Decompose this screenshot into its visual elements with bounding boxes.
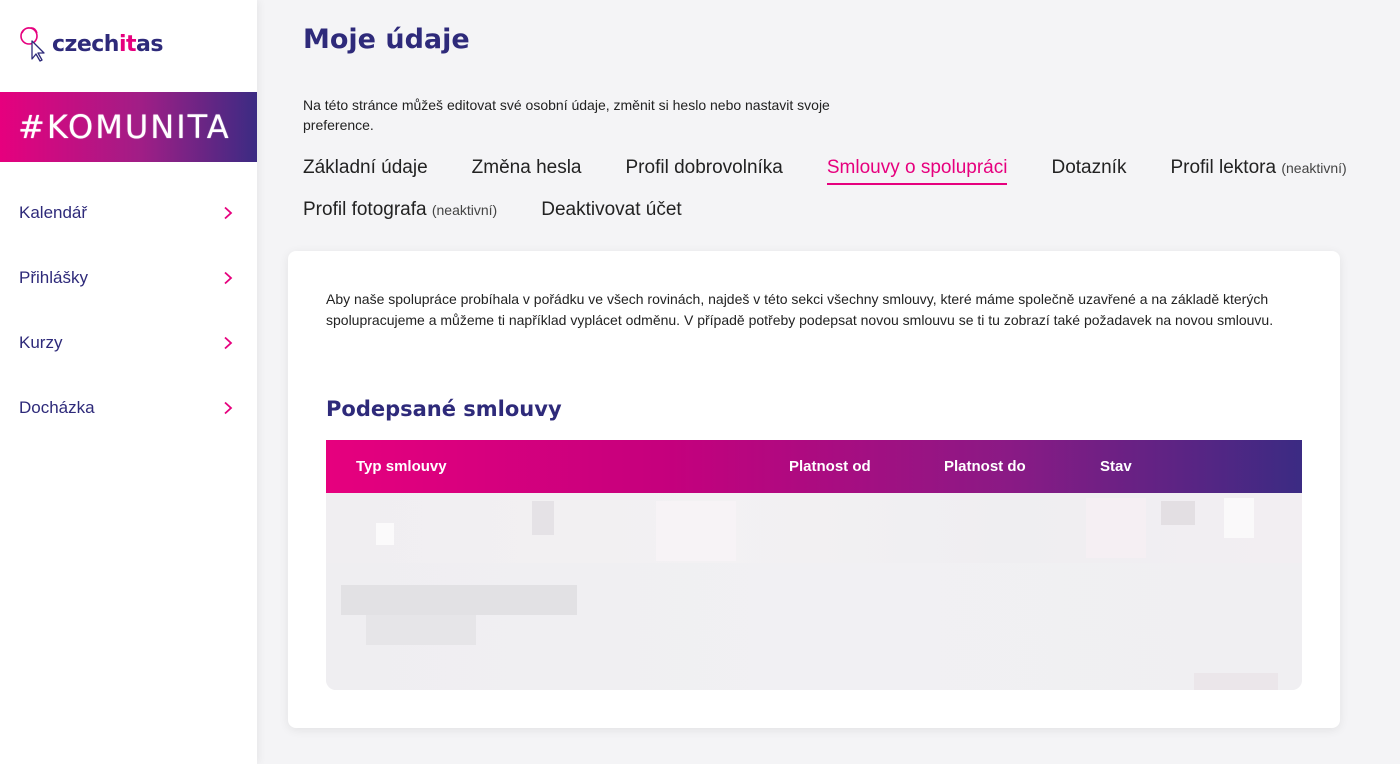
sidebar-nav: Kalendář Přihlášky Kurzy Docházka <box>0 180 257 440</box>
komunita-banner-text: #KOMUNITA <box>18 108 231 146</box>
tab-deaktivovat-ucet[interactable]: Deaktivovat účet <box>541 199 681 225</box>
redacted-block <box>656 501 736 561</box>
chevron-right-icon <box>224 206 233 219</box>
sidebar-item-label: Kurzy <box>19 332 63 352</box>
chevron-right-icon <box>224 401 233 414</box>
sidebar-item-dochazka[interactable]: Docházka <box>0 375 257 440</box>
tab-dotaznik[interactable]: Dotazník <box>1051 157 1126 185</box>
page-title: Moje údaje <box>303 24 470 55</box>
table-row <box>326 563 1302 690</box>
column-header-typ: Typ smlouvy <box>356 458 447 475</box>
czechitas-logo[interactable]: czechitas <box>16 24 163 64</box>
table-row <box>326 493 1302 563</box>
redacted-block <box>1194 673 1278 690</box>
redacted-block <box>1086 498 1146 558</box>
komunita-banner: #KOMUNITA <box>0 92 257 162</box>
redacted-block <box>1224 498 1254 538</box>
table-header: Typ smlouvy Platnost od Platnost do Stav <box>326 440 1302 493</box>
column-header-platnost-do: Platnost do <box>944 458 1026 475</box>
sidebar-item-label: Docházka <box>19 397 95 417</box>
page-intro: Na této stránce můžeš editovat své osobn… <box>303 97 830 133</box>
redacted-block <box>532 501 554 535</box>
sidebar-item-label: Přihlášky <box>19 267 88 287</box>
chevron-right-icon <box>224 271 233 284</box>
tab-smlouvy-o-spolupraci[interactable]: Smlouvy o spolupráci <box>826 157 1008 185</box>
tab-profil-lektora[interactable]: Profil lektora (neaktivní) <box>1170 157 1346 185</box>
contracts-description: Aby naše spolupráce probíhala v pořádku … <box>326 291 1274 328</box>
logo-mark-icon <box>20 27 45 62</box>
sidebar-item-label: Kalendář <box>19 202 88 222</box>
tab-inactive-note: (neaktivní) <box>1281 160 1347 176</box>
logo-text: czechitas <box>52 31 163 57</box>
sidebar: czechitas #KOMUNITA Kalendář Přihlášky K… <box>0 0 257 764</box>
column-header-platnost-od: Platnost od <box>789 458 871 475</box>
redacted-block <box>1161 501 1195 525</box>
tab-profil-fotografa[interactable]: Profil fotografa (neaktivní) <box>303 199 497 225</box>
tab-zmena-hesla[interactable]: Změna hesla <box>472 157 582 185</box>
redacted-block <box>341 585 577 615</box>
table-body-redacted <box>326 493 1302 690</box>
redacted-block <box>376 523 394 545</box>
sidebar-item-prihlasky[interactable]: Přihlášky <box>0 245 257 310</box>
sidebar-item-kalendar[interactable]: Kalendář <box>0 180 257 245</box>
contracts-table: Typ smlouvy Platnost od Platnost do Stav <box>326 440 1302 690</box>
contracts-card: Aby naše spolupráce probíhala v pořádku … <box>288 251 1340 728</box>
tab-profil-dobrovolnika[interactable]: Profil dobrovolníka <box>626 157 783 185</box>
column-header-stav: Stav <box>1100 458 1132 475</box>
sidebar-item-kurzy[interactable]: Kurzy <box>0 310 257 375</box>
chevron-right-icon <box>224 336 233 349</box>
profile-tabs: Základní údaje Změna hesla Profil dobrov… <box>303 157 1383 225</box>
section-title: Podepsané smlouvy <box>326 397 562 421</box>
tab-inactive-note: (neaktivní) <box>431 202 498 218</box>
redacted-block <box>366 615 476 645</box>
tab-zakladni-udaje[interactable]: Základní údaje <box>303 157 428 185</box>
